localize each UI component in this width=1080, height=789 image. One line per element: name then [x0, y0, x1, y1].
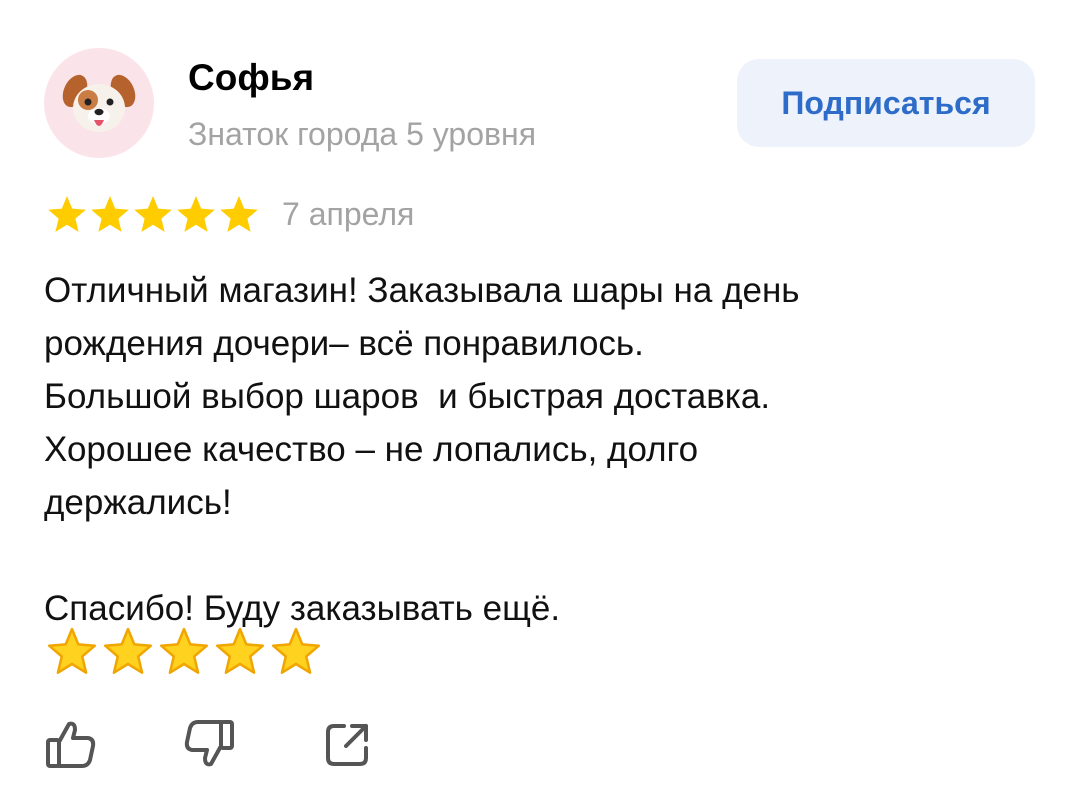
share-icon [326, 724, 368, 766]
emoji-star-icon [103, 627, 153, 674]
subscribe-button[interactable]: Подписаться [737, 59, 1035, 147]
avatar[interactable] [44, 48, 154, 158]
emoji-star-icon [215, 627, 265, 674]
thumbs-up-icon [46, 721, 96, 768]
author-rank: Знаток города 5 уровня [188, 116, 537, 152]
review-text: Отличный магазин! Заказывала шары на ден… [44, 271, 800, 628]
emoji-stars [46, 626, 322, 676]
rating-stars [46, 194, 260, 234]
star-icon [91, 196, 129, 232]
emoji-star-icon [159, 627, 209, 674]
review-date: 7 апреля [282, 196, 415, 232]
star-icon [134, 196, 172, 232]
share-button[interactable] [320, 716, 374, 772]
emoji-star-icon [271, 627, 321, 674]
like-button[interactable] [44, 716, 98, 772]
star-icon [177, 196, 215, 232]
emoji-star-icon [47, 627, 97, 674]
dislike-button[interactable] [182, 716, 236, 772]
star-icon [48, 196, 86, 232]
dog-face-icon [62, 74, 136, 132]
thumbs-down-icon [184, 720, 234, 767]
author-name[interactable]: Софья [188, 56, 314, 100]
star-icon [220, 196, 258, 232]
review-actions [44, 716, 374, 772]
rating-row: 7 апреля [46, 192, 414, 236]
